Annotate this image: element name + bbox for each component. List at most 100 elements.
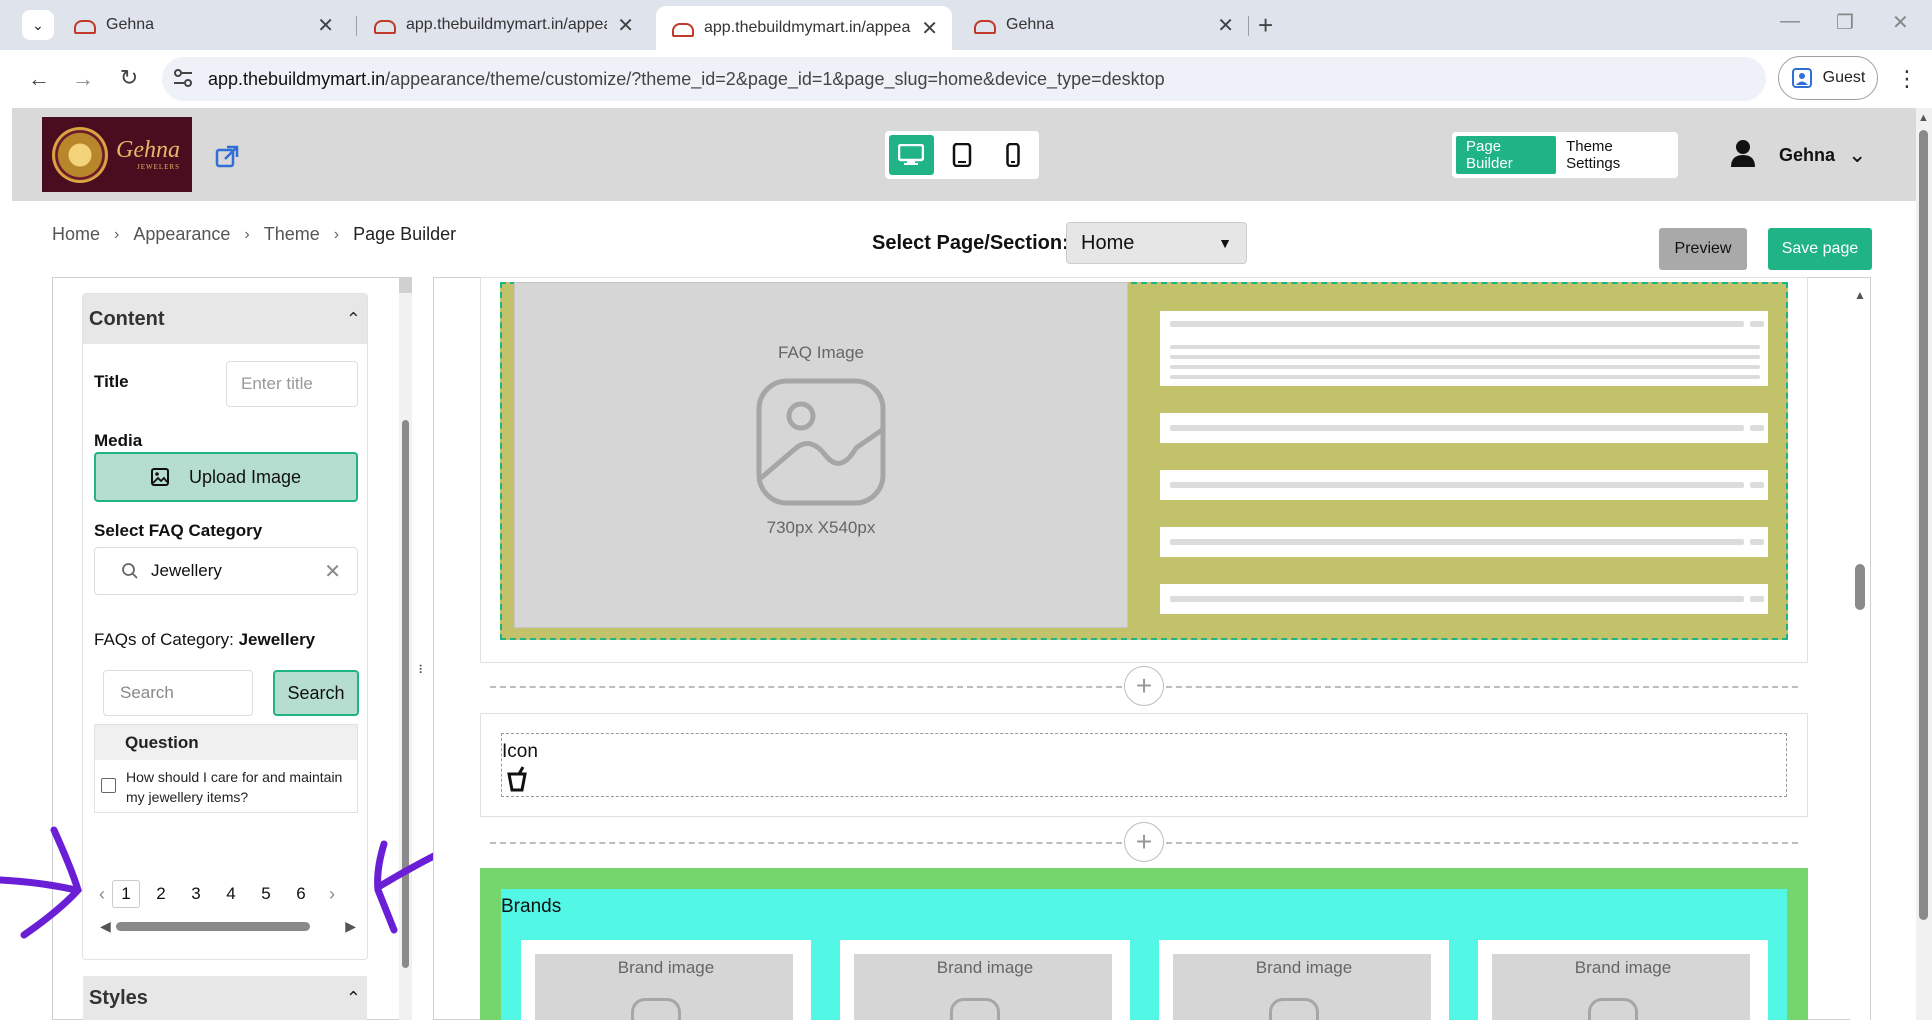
url-host: app.thebuildmymart.in (208, 69, 386, 89)
faq-accordion-item[interactable] (1160, 413, 1768, 443)
tab-title: app.thebuildmymart.in/appeara (406, 16, 608, 33)
tab-title: Gehna (106, 16, 155, 33)
panel-resize-handle-icon[interactable]: ⠇ (418, 663, 427, 677)
desktop-icon (898, 144, 925, 165)
theme-settings-button[interactable]: Theme Settings (1556, 136, 1674, 174)
canvas-scrollbar[interactable]: ▲ (1850, 278, 1870, 1020)
close-icon[interactable]: ✕ (921, 16, 938, 41)
tab-favicon-icon (670, 21, 694, 37)
faq-accordion-item[interactable] (1160, 470, 1768, 500)
page-section-select[interactable]: Home ▼ (1066, 222, 1247, 264)
chevron-right-icon: › (114, 225, 120, 243)
desktop-view-button[interactable] (889, 135, 934, 175)
breadcrumb-appearance[interactable]: Appearance (133, 224, 230, 245)
image-icon (150, 468, 169, 486)
tablet-view-button[interactable] (940, 135, 985, 175)
faq-accordion-item[interactable] (1160, 584, 1768, 614)
browser-menu-icon[interactable]: ⋮ (1896, 66, 1918, 92)
tab-favicon-icon (372, 18, 396, 34)
brand-card[interactable]: Brand image (1159, 940, 1449, 1020)
add-section-button[interactable]: + (1124, 666, 1164, 706)
scroll-up-icon[interactable]: ▲ (1918, 112, 1929, 124)
brand-card[interactable]: Brand image (521, 940, 811, 1020)
title-input[interactable]: Enter title (226, 361, 358, 407)
profile-button[interactable]: Guest (1778, 56, 1878, 100)
brand-card[interactable]: Brand image (1478, 940, 1768, 1020)
browser-tab-2[interactable]: app.thebuildmymart.in/appeara ✕ (358, 8, 648, 42)
site-settings-icon[interactable] (172, 66, 194, 90)
close-icon[interactable]: ✕ (1217, 13, 1234, 38)
reload-icon[interactable]: ↻ (112, 65, 146, 91)
tab-favicon-icon (72, 18, 96, 34)
browser-tab-3-active[interactable]: app.thebuildmymart.in/appeara ✕ (656, 6, 952, 50)
url-text[interactable]: app.thebuildmymart.in/appearance/theme/c… (208, 69, 1165, 90)
upload-image-label: Upload Image (188, 466, 302, 487)
external-link-icon[interactable] (214, 144, 240, 170)
user-name[interactable]: Gehna (1779, 145, 1835, 166)
breadcrumb-page-builder: Page Builder (353, 224, 457, 244)
select-value: Home (1081, 231, 1135, 254)
faq-category-select[interactable]: Jewellery ✕ (94, 547, 358, 595)
restore-icon[interactable]: ❐ (1836, 10, 1854, 35)
image-placeholder-icon (1269, 998, 1319, 1020)
device-toggle-group (885, 131, 1039, 179)
image-placeholder-icon (756, 378, 886, 506)
builder-mode-toggle: Page Builder Theme Settings (1452, 132, 1678, 178)
faq-search-button[interactable]: Search (273, 670, 359, 716)
annotation-arrows (0, 826, 466, 939)
window-close-icon[interactable]: ✕ (1892, 10, 1909, 35)
faq-accordion-open[interactable] (1160, 311, 1768, 386)
logo-text: Gehna JEWELERS (116, 138, 180, 171)
close-icon[interactable]: ✕ (617, 13, 634, 38)
preview-button[interactable]: Preview (1659, 228, 1747, 270)
tablet-icon (952, 143, 972, 167)
image-placeholder-icon (631, 998, 681, 1020)
faq-row-checkbox[interactable] (101, 778, 116, 793)
brand-image-label: Brand image (1255, 958, 1353, 977)
mobile-view-button[interactable] (990, 135, 1035, 175)
forward-arrow-icon[interactable]: → (66, 66, 100, 92)
faq-accordion-item[interactable] (1160, 527, 1768, 557)
breadcrumb-theme[interactable]: Theme (264, 224, 320, 245)
tab-search-button[interactable]: ⌄ (22, 10, 54, 40)
chevron-up-icon: ⌃ (345, 308, 361, 329)
tab-separator (356, 16, 357, 36)
upload-image-button[interactable]: Upload Image (94, 452, 358, 502)
chevron-down-icon: ⌄ (32, 16, 44, 33)
faq-category-label: Select FAQ Category (94, 521, 263, 540)
scroll-up-icon[interactable] (399, 277, 412, 293)
faq-image-title: FAQ Image (778, 343, 864, 362)
chevron-down-icon[interactable]: ⌄ (1848, 142, 1866, 168)
user-icon[interactable] (1730, 138, 1756, 168)
profile-label: Guest (1822, 69, 1866, 86)
browser-tab-4[interactable]: Gehna ✕ (958, 8, 1248, 42)
close-icon[interactable]: ✕ (317, 13, 334, 38)
minimize-icon[interactable]: — (1780, 10, 1800, 33)
clear-icon[interactable]: ✕ (324, 559, 341, 584)
icon-section-label: Icon (502, 741, 538, 762)
new-tab-button[interactable]: + (1258, 10, 1273, 41)
scroll-up-icon[interactable]: ▲ (1854, 288, 1866, 302)
logo-brand-name: Gehna (116, 137, 180, 163)
store-logo[interactable]: Gehna JEWELERS (42, 117, 192, 192)
scrollbar-thumb[interactable] (1919, 130, 1928, 920)
logo-subtext: JEWELERS (136, 163, 180, 171)
cup-icon (507, 766, 527, 792)
window-scrollbar[interactable]: ▲ (1916, 108, 1932, 1020)
faqs-of-category: FAQs of Category: Jewellery (94, 630, 315, 650)
icon-section-body[interactable] (501, 733, 1787, 797)
brand-image-label: Brand image (936, 958, 1034, 977)
back-arrow-icon[interactable]: ← (22, 66, 56, 92)
styles-accordion-header[interactable]: Styles ⌃ (83, 976, 367, 1020)
browser-tab-1[interactable]: Gehna ✕ (58, 8, 348, 42)
add-section-button[interactable]: + (1124, 822, 1164, 862)
breadcrumb-home[interactable]: Home (52, 224, 100, 245)
save-page-button[interactable]: Save page (1768, 228, 1872, 270)
page-builder-button[interactable]: Page Builder (1456, 136, 1557, 174)
faq-search-input[interactable]: Search (103, 670, 253, 716)
scrollbar-thumb[interactable] (1855, 564, 1865, 610)
image-placeholder-icon (1588, 998, 1638, 1020)
brand-card[interactable]: Brand image (840, 940, 1130, 1020)
content-accordion-header[interactable]: Content ⌃ (83, 294, 367, 344)
chevron-down-icon: ▼ (1218, 235, 1232, 251)
